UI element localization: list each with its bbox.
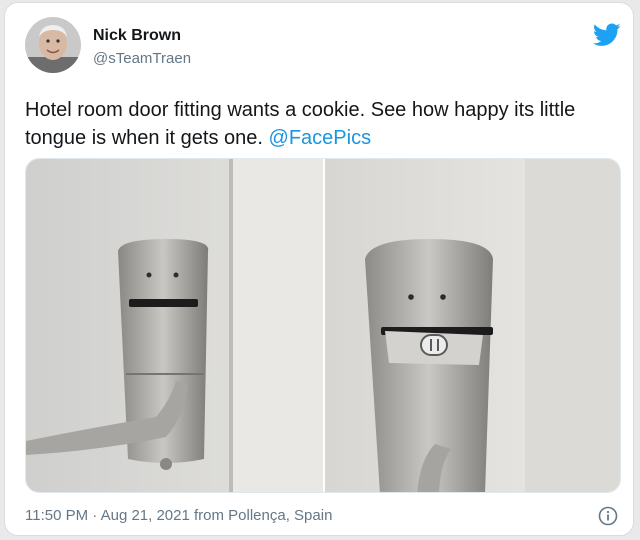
avatar[interactable] — [25, 17, 81, 73]
photo-door-lock-empty[interactable] — [26, 159, 323, 492]
author-handle[interactable]: @sTeamTraen — [93, 50, 191, 67]
twitter-bird-icon[interactable] — [592, 23, 621, 47]
tweet-text: Hotel room door fitting wants a cookie. … — [25, 96, 625, 152]
tweet-card: Nick Brown @sTeamTraen Hotel room door f… — [4, 2, 634, 536]
mention-link[interactable]: @FacePics — [269, 127, 372, 149]
photo-grid — [25, 158, 621, 493]
info-icon[interactable] — [598, 506, 618, 526]
author-name[interactable]: Nick Brown — [93, 27, 181, 45]
photo-door-lock-card[interactable] — [325, 159, 620, 492]
tweet-timestamp-location[interactable]: 11:50 PM · Aug 21, 2021 from Pollença, S… — [25, 507, 332, 524]
